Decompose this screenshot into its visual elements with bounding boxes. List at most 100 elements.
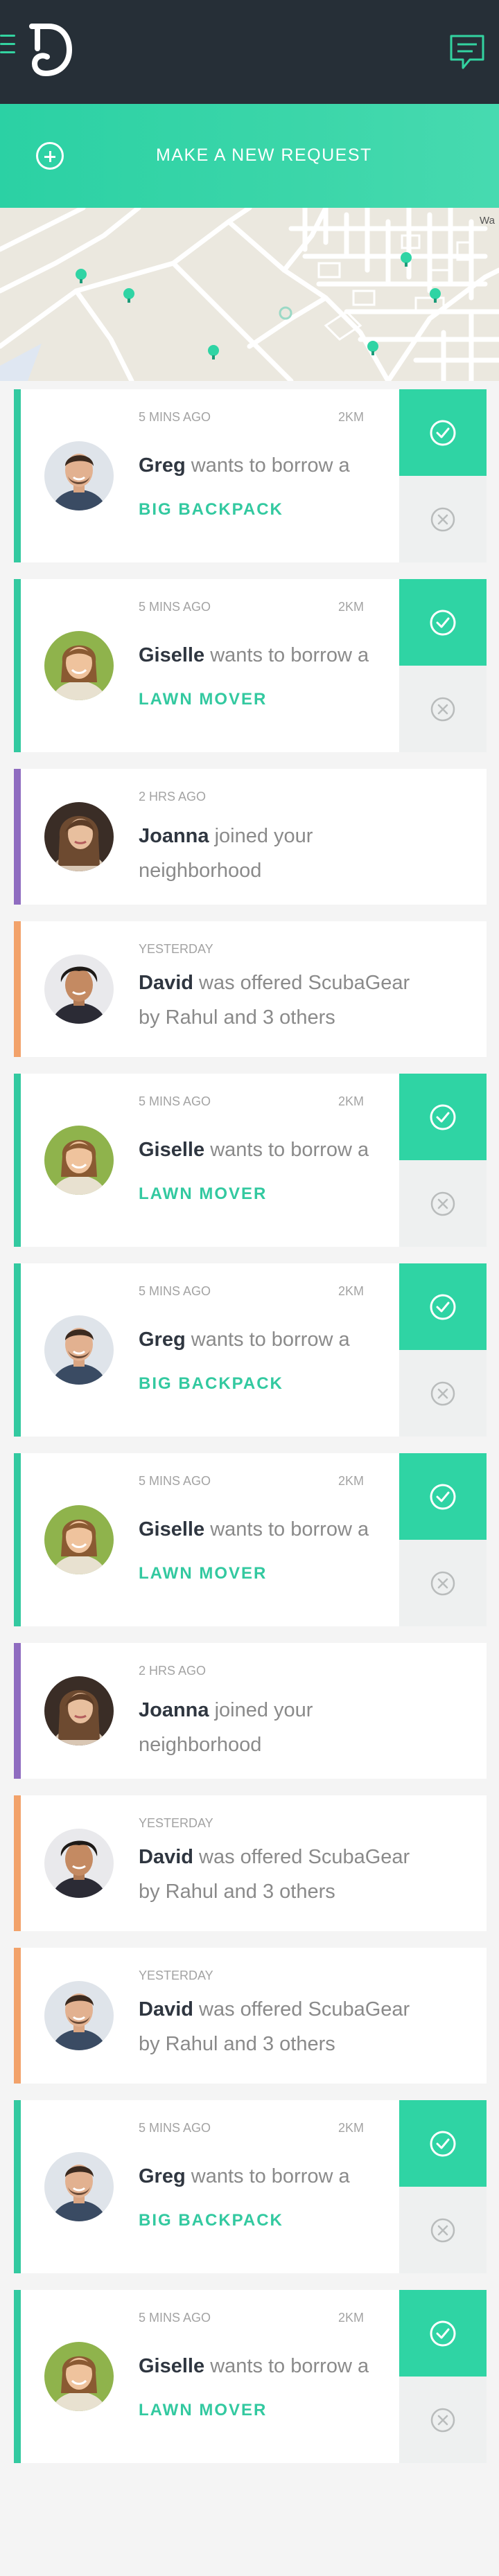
card-accent-stripe — [14, 769, 21, 905]
borrow-request-card[interactable]: 5 MINS AGO Giselle wants to borrow a 2KM… — [14, 2290, 487, 2463]
activity-feed: 5 MINS AGO Greg wants to borrow a 2KM BI… — [14, 389, 487, 2480]
avatar[interactable] — [44, 1981, 114, 2050]
decline-button[interactable] — [399, 1540, 487, 1626]
distance-label: 2KM — [338, 600, 365, 614]
user-name[interactable]: Giselle — [139, 1139, 204, 1161]
distance-label: 2KM — [338, 1284, 365, 1298]
hamburger-menu-icon[interactable] — [0, 35, 15, 62]
avatar[interactable] — [44, 441, 114, 510]
requested-item-link[interactable]: LAWN MOVER — [139, 2401, 267, 2420]
user-name[interactable]: David — [139, 972, 193, 994]
make-new-request-button[interactable]: MAKE A NEW REQUEST — [0, 104, 499, 208]
action-text: wants to borrow a — [191, 1329, 350, 1351]
neighborhood-map[interactable]: Wa — [0, 208, 499, 381]
borrow-request-card[interactable]: 5 MINS AGO Giselle wants to borrow a 2KM… — [14, 579, 487, 752]
user-name[interactable]: David — [139, 1998, 193, 2020]
activity-card[interactable]: 2 HRS AGO Joanna joined your neighborhoo… — [14, 1643, 487, 1779]
timestamp: YESTERDAY — [139, 1969, 213, 1982]
requested-item-link[interactable]: BIG BACKPACK — [139, 2211, 283, 2230]
requested-item-link[interactable]: LAWN MOVER — [139, 1564, 267, 1583]
action-text: wants to borrow a — [210, 2355, 369, 2377]
plus-circle-icon — [36, 142, 64, 170]
card-accent-stripe — [14, 389, 21, 562]
borrow-request-card[interactable]: 5 MINS AGO Greg wants to borrow a 2KM BI… — [14, 389, 487, 562]
card-accent-stripe — [14, 1643, 21, 1779]
distance-label: 2KM — [338, 2121, 365, 2135]
timestamp: 5 MINS AGO — [139, 1474, 211, 1488]
activity-message: David was offered ScubaGear by Rahul and… — [139, 966, 416, 1035]
avatar[interactable] — [44, 2152, 114, 2221]
decline-button[interactable] — [399, 666, 487, 752]
activity-card[interactable]: 2 HRS AGO Joanna joined your neighborhoo… — [14, 769, 487, 905]
chat-bubble-icon[interactable] — [449, 33, 485, 72]
accept-button[interactable] — [399, 2100, 487, 2187]
action-text: wants to borrow a — [210, 644, 369, 666]
user-name[interactable]: Giselle — [139, 644, 204, 666]
activity-card[interactable]: YESTERDAY David was offered ScubaGear by… — [14, 921, 487, 1057]
timestamp: 5 MINS AGO — [139, 2121, 211, 2135]
requested-item-link[interactable]: LAWN MOVER — [139, 690, 267, 709]
user-name[interactable]: Giselle — [139, 1518, 204, 1540]
map-streets — [0, 208, 499, 381]
accept-button[interactable] — [399, 1453, 487, 1540]
requested-item-link[interactable]: BIG BACKPACK — [139, 500, 283, 519]
requested-item-link[interactable]: LAWN MOVER — [139, 1184, 267, 1204]
timestamp: 2 HRS AGO — [139, 790, 207, 803]
accept-button[interactable] — [399, 1074, 487, 1160]
card-accent-stripe — [14, 921, 21, 1057]
activity-message: Greg wants to borrow a — [139, 2159, 416, 2194]
activity-card[interactable]: YESTERDAY David was offered ScubaGear by… — [14, 1948, 487, 2084]
borrow-request-card[interactable]: 5 MINS AGO Greg wants to borrow a 2KM BI… — [14, 1263, 487, 1437]
card-accent-stripe — [14, 1795, 21, 1931]
decline-button[interactable] — [399, 476, 487, 562]
top-bar — [0, 0, 499, 104]
avatar[interactable] — [44, 631, 114, 700]
avatar[interactable] — [44, 1315, 114, 1385]
activity-message: Greg wants to borrow a — [139, 448, 416, 483]
accept-button[interactable] — [399, 1263, 487, 1350]
avatar[interactable] — [44, 1126, 114, 1195]
action-text: wants to borrow a — [191, 454, 350, 477]
activity-message: Joanna joined your neighborhood — [139, 819, 416, 888]
request-label: MAKE A NEW REQUEST — [156, 145, 372, 165]
action-text: wants to borrow a — [191, 2165, 350, 2187]
distance-label: 2KM — [338, 2311, 365, 2325]
timestamp: 5 MINS AGO — [139, 1094, 211, 1108]
decline-button[interactable] — [399, 2187, 487, 2273]
avatar[interactable] — [44, 1676, 114, 1746]
user-name[interactable]: Greg — [139, 2165, 186, 2187]
requested-item-link[interactable]: BIG BACKPACK — [139, 1374, 283, 1394]
card-accent-stripe — [14, 579, 21, 752]
borrow-request-card[interactable]: 5 MINS AGO Giselle wants to borrow a 2KM… — [14, 1074, 487, 1247]
avatar[interactable] — [44, 1829, 114, 1898]
borrow-request-card[interactable]: 5 MINS AGO Greg wants to borrow a 2KM BI… — [14, 2100, 487, 2273]
avatar[interactable] — [44, 1505, 114, 1574]
user-name[interactable]: Giselle — [139, 2355, 204, 2377]
user-name[interactable]: Joanna — [139, 1699, 209, 1721]
timestamp: 5 MINS AGO — [139, 2311, 211, 2325]
distance-label: 2KM — [338, 1094, 365, 1108]
distance-label: 2KM — [338, 1474, 365, 1488]
accept-button[interactable] — [399, 2290, 487, 2377]
decline-button[interactable] — [399, 1160, 487, 1247]
borrow-request-card[interactable]: 5 MINS AGO Giselle wants to borrow a 2KM… — [14, 1453, 487, 1626]
user-name[interactable]: Joanna — [139, 825, 209, 847]
avatar[interactable] — [44, 2342, 114, 2411]
accept-button[interactable] — [399, 389, 487, 476]
accept-button[interactable] — [399, 579, 487, 666]
card-accent-stripe — [14, 1948, 21, 2084]
card-accent-stripe — [14, 1263, 21, 1437]
avatar[interactable] — [44, 802, 114, 871]
user-name[interactable]: Greg — [139, 454, 186, 477]
activity-message: David was offered ScubaGear by Rahul and… — [139, 1992, 416, 2061]
user-name[interactable]: Greg — [139, 1329, 186, 1351]
activity-message: Greg wants to borrow a — [139, 1322, 416, 1357]
decline-button[interactable] — [399, 2377, 487, 2463]
avatar[interactable] — [44, 954, 114, 1024]
user-name[interactable]: David — [139, 1846, 193, 1868]
timestamp: YESTERDAY — [139, 1816, 213, 1830]
activity-card[interactable]: YESTERDAY David was offered ScubaGear by… — [14, 1795, 487, 1931]
action-text: wants to borrow a — [210, 1518, 369, 1540]
timestamp: YESTERDAY — [139, 942, 213, 956]
decline-button[interactable] — [399, 1350, 487, 1437]
